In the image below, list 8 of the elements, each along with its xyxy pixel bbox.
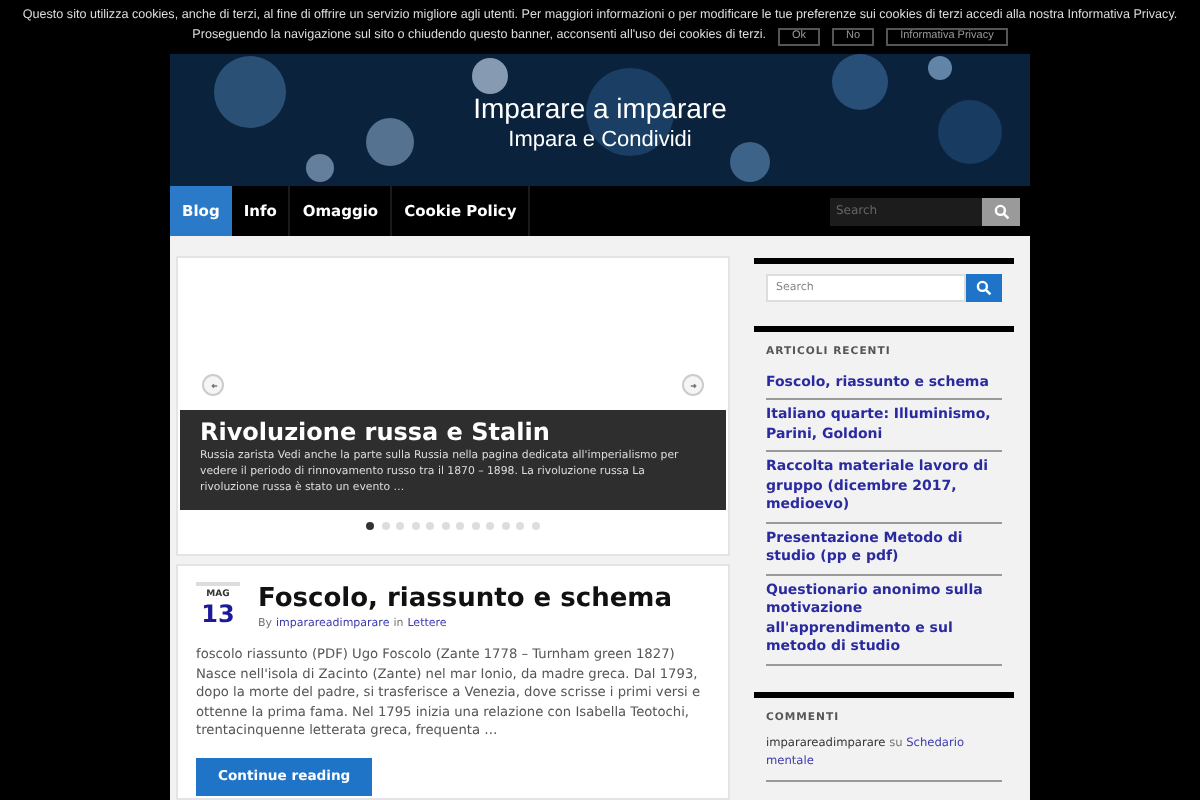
search-icon — [993, 203, 1009, 219]
search-button[interactable] — [982, 197, 1020, 225]
search-icon — [976, 280, 992, 296]
post-title[interactable]: Foscolo, riassunto e schema — [258, 582, 672, 616]
slide-title[interactable]: Rivoluzione russa e Stalin — [200, 416, 706, 448]
site-title[interactable]: Imparare a imparare — [473, 89, 727, 125]
site-tagline: Impara e Condividi — [508, 125, 692, 153]
date-day: 13 — [201, 602, 235, 628]
